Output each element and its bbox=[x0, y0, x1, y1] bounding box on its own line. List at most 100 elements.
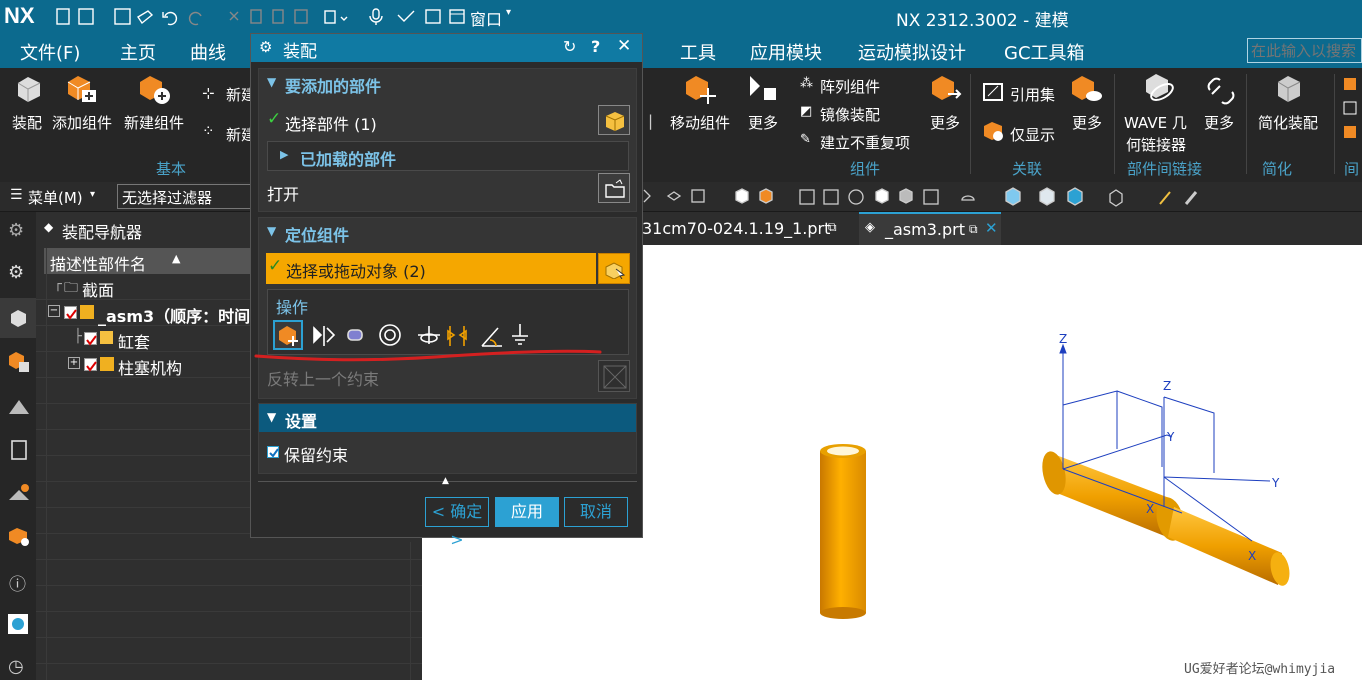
quick-access-icons[interactable] bbox=[55, 7, 355, 27]
mic-icon[interactable] bbox=[368, 7, 448, 27]
menu-button[interactable]: 菜单(M) bbox=[28, 187, 83, 208]
keep-constraints-checkbox[interactable] bbox=[267, 446, 279, 458]
plunger-model[interactable] bbox=[1039, 449, 1293, 587]
more-button-1[interactable]: 更多 bbox=[748, 112, 778, 133]
dialog-title: 装配 bbox=[283, 42, 317, 62]
title-bar: NX 窗口 ▾ NX 2312.3002 - 建模 bbox=[0, 0, 1362, 33]
section-header[interactable]: ▼ 定位组件 bbox=[259, 218, 636, 246]
show-only-button[interactable]: 仅显示 bbox=[1010, 124, 1055, 145]
filter-select[interactable]: 无选择过滤器 bbox=[117, 184, 257, 209]
open-button[interactable] bbox=[598, 173, 630, 203]
help-icon[interactable]: ? bbox=[591, 37, 600, 56]
move-component-button[interactable]: 移动组件 bbox=[670, 112, 730, 133]
red-underline-annotation bbox=[254, 349, 602, 362]
wave-linker-label-2[interactable]: 何链接器 bbox=[1126, 134, 1186, 155]
add-component-button[interactable]: 添加组件 bbox=[52, 112, 112, 133]
more-button-2[interactable]: 更多 bbox=[930, 112, 960, 133]
manufacturing-icon[interactable] bbox=[7, 524, 31, 548]
navigator-pin-icon[interactable]: ◆ bbox=[44, 220, 53, 234]
popout-icon[interactable]: ⧉ bbox=[828, 220, 837, 235]
section-header[interactable]: ▼ 要添加的部件 bbox=[259, 69, 636, 97]
cylinder-sleeve-model[interactable] bbox=[820, 444, 866, 619]
svg-text:Y: Y bbox=[1166, 430, 1175, 444]
select-part-label[interactable]: 选择部件 (1) bbox=[285, 111, 377, 135]
snap-toolbar-icons[interactable] bbox=[640, 186, 1200, 208]
wave-linker-label-1[interactable]: WAVE 几 bbox=[1124, 112, 1187, 133]
checkbox-checked-icon[interactable] bbox=[64, 306, 77, 320]
svg-text:Y: Y bbox=[1271, 476, 1280, 490]
simplify-assembly-button[interactable]: 简化装配 bbox=[1258, 112, 1318, 133]
new-component-button[interactable]: 新建组件 bbox=[124, 112, 184, 133]
select-drag-field[interactable]: ✓ 选择或拖动对象 (2) bbox=[266, 253, 596, 284]
loaded-parts-expander[interactable]: ▶ 已加载的部件 bbox=[267, 141, 629, 171]
chevron-down-icon: ▼ bbox=[267, 224, 277, 238]
menu-home[interactable]: 主页 bbox=[120, 39, 156, 65]
assemble-button[interactable]: 装配 bbox=[12, 112, 42, 133]
section-title: 设置 bbox=[285, 412, 318, 431]
chevron-up-icon[interactable]: ▲ bbox=[442, 476, 449, 486]
close-icon[interactable]: ✕ bbox=[985, 219, 998, 237]
dialog-titlebar[interactable]: ⚙ 装配 ↻ ? ✕ bbox=[251, 34, 642, 62]
hd3d-icon[interactable] bbox=[7, 438, 31, 462]
column-divider bbox=[410, 542, 411, 680]
assembly-icon bbox=[100, 357, 114, 371]
assembly-navigator-tab[interactable] bbox=[0, 298, 36, 338]
checkbox-checked-icon[interactable] bbox=[84, 332, 97, 346]
partial-icon: | bbox=[648, 112, 654, 130]
chevron-down-icon: ▼ bbox=[267, 75, 277, 89]
chevron-down-icon[interactable]: ▾ bbox=[90, 189, 95, 200]
svg-text:Z: Z bbox=[1059, 332, 1067, 346]
nx-logo: NX bbox=[4, 3, 35, 28]
constraint-navigator-icon[interactable] bbox=[7, 350, 31, 374]
close-icon[interactable]: ✕ bbox=[617, 36, 631, 56]
process-studio-icon[interactable] bbox=[7, 482, 31, 506]
extra-icons[interactable] bbox=[1340, 74, 1362, 144]
reference-set-icon bbox=[983, 83, 1003, 101]
chevron-right-icon: ▶ bbox=[280, 148, 289, 161]
column-header[interactable]: 描述性部件名 ▲ bbox=[44, 248, 258, 274]
watermark: UG爱好者论坛@whimyjia bbox=[1184, 662, 1336, 677]
more-button-3[interactable]: 更多 bbox=[1072, 112, 1102, 133]
info-icon[interactable]: ⓘ bbox=[9, 570, 26, 595]
menu-tools[interactable]: 工具 bbox=[680, 39, 716, 65]
apply-button[interactable]: 应用 bbox=[495, 497, 559, 527]
reset-icon[interactable]: ↻ bbox=[563, 37, 576, 56]
cancel-button[interactable]: 取消 bbox=[564, 497, 628, 527]
mirror-assembly-button[interactable]: 镜像装配 bbox=[820, 104, 880, 125]
menu-file[interactable]: 文件(F) bbox=[20, 39, 80, 65]
select-part-button[interactable] bbox=[598, 105, 630, 135]
search-input[interactable] bbox=[1247, 38, 1362, 63]
collapse-divider[interactable]: ▲ bbox=[258, 476, 637, 487]
part-cube-icon bbox=[605, 112, 625, 131]
array-component-button[interactable]: 阵列组件 bbox=[820, 76, 880, 97]
unique-icon: ✎ bbox=[800, 132, 811, 147]
tree-row-label: 截面 bbox=[82, 281, 115, 300]
popout-icon[interactable]: ⧉ bbox=[969, 222, 978, 237]
web-browser-icon[interactable] bbox=[6, 612, 30, 636]
tab-part-1[interactable]: 31cm70-024.1.19_1.prt bbox=[642, 219, 830, 238]
history-icon[interactable]: ◷ bbox=[8, 656, 24, 677]
section-header[interactable]: ▼ 设置 bbox=[259, 404, 636, 432]
window-icon[interactable] bbox=[448, 8, 468, 26]
menu-motion[interactable]: 运动模拟设计 bbox=[858, 39, 966, 65]
part-navigator-icon[interactable]: ⚙ bbox=[8, 262, 24, 283]
menu-curve[interactable]: 曲线 bbox=[190, 39, 226, 65]
section-title: 要添加的部件 bbox=[285, 77, 382, 96]
ok-button[interactable]: < 确定 > bbox=[425, 497, 489, 549]
create-unique-button[interactable]: 建立不重复项 bbox=[820, 132, 910, 153]
tab-asm3[interactable]: ◈ _asm3.prt ⧉ ✕ bbox=[859, 212, 1001, 245]
menu-applications[interactable]: 应用模块 bbox=[750, 39, 822, 65]
more-button-4[interactable]: 更多 bbox=[1204, 112, 1234, 133]
gear-icon[interactable]: ⚙ bbox=[8, 220, 24, 241]
checkbox-checked-icon[interactable] bbox=[84, 358, 97, 372]
menu-gc-toolbox[interactable]: GC工具箱 bbox=[1004, 39, 1085, 65]
show-only-icon bbox=[984, 122, 1003, 141]
chevron-down-icon[interactable]: ▾ bbox=[506, 7, 511, 18]
reference-set-button[interactable]: 引用集 bbox=[1010, 84, 1055, 105]
reuse-library-icon[interactable] bbox=[7, 396, 31, 420]
window-menu[interactable]: 窗口 bbox=[470, 6, 502, 30]
expand-icon[interactable]: + bbox=[68, 357, 80, 369]
select-object-button[interactable] bbox=[598, 253, 630, 284]
collapse-icon[interactable]: − bbox=[48, 305, 60, 317]
tab-asm3-label: _asm3.prt bbox=[885, 220, 965, 239]
